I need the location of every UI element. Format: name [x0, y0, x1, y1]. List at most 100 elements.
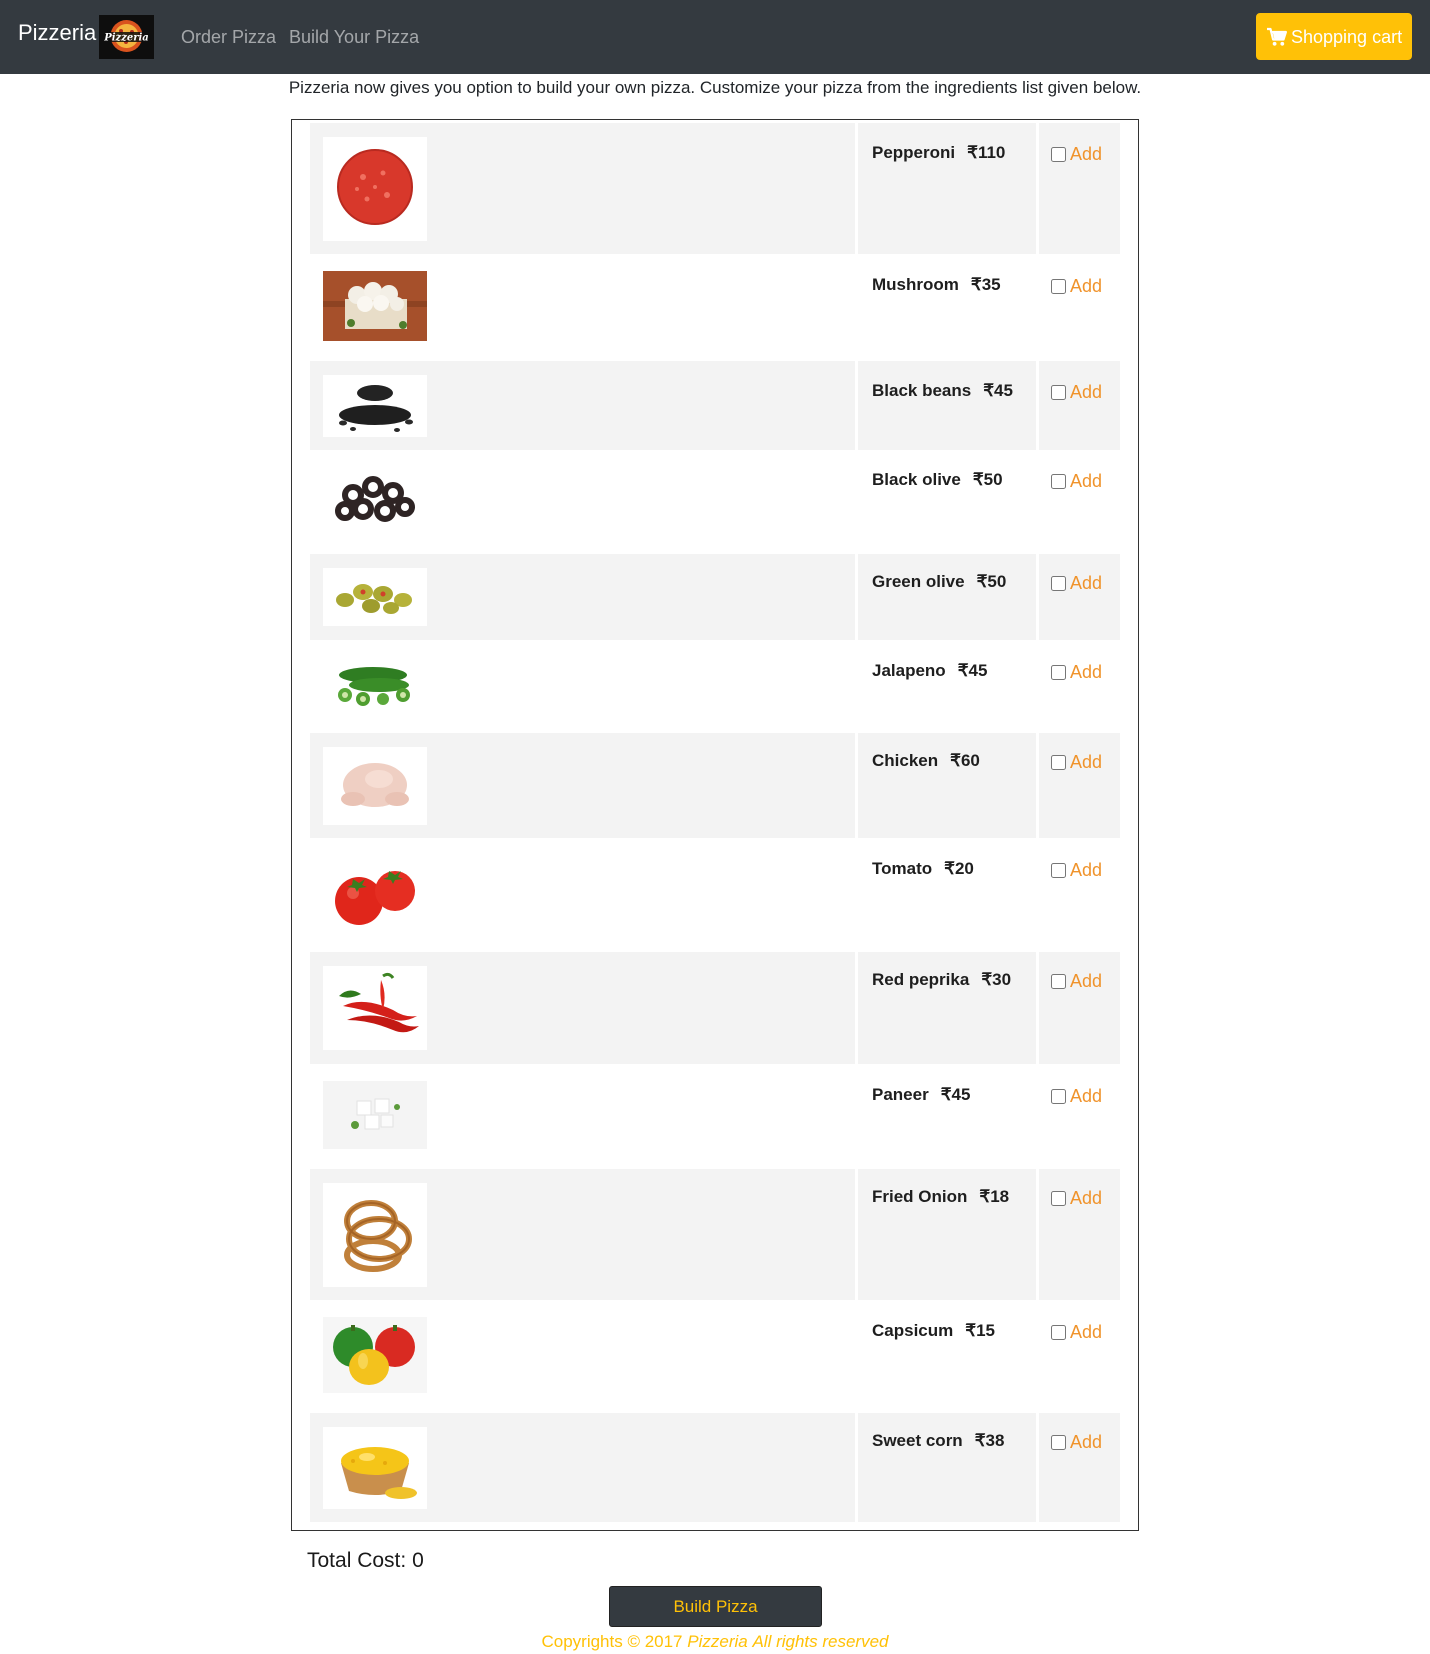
- add-sweet-corn[interactable]: Add: [1051, 1432, 1102, 1453]
- add-mushroom[interactable]: Add: [1051, 276, 1102, 297]
- ingredient-name: Green olive: [872, 572, 965, 591]
- ingredient-price: ₹45: [940, 1085, 971, 1104]
- add-checkbox[interactable]: [1051, 665, 1066, 680]
- ingredient-name-cell: Pepperoni ₹110: [858, 123, 1036, 254]
- add-checkbox[interactable]: [1051, 974, 1066, 989]
- ingredient-add-cell: Add: [1039, 733, 1120, 838]
- ingredient-price: ₹110: [967, 143, 1006, 162]
- add-red-paprika[interactable]: Add: [1051, 971, 1102, 992]
- add-checkbox[interactable]: [1051, 1435, 1066, 1450]
- ingredient-row: Tomato ₹20 Add: [310, 841, 1120, 952]
- add-label[interactable]: Add: [1070, 662, 1102, 683]
- ingredient-add-cell: Add: [1039, 952, 1120, 1064]
- ingredient-name-cell: Capsicum ₹15: [858, 1303, 1036, 1410]
- add-checkbox[interactable]: [1051, 279, 1066, 294]
- add-checkbox[interactable]: [1051, 147, 1066, 162]
- add-fried-onion[interactable]: Add: [1051, 1188, 1102, 1209]
- ingredient-price: ₹50: [976, 572, 1007, 591]
- ingredient-name: Red peprika: [872, 970, 970, 989]
- shopping-cart-button[interactable]: Shopping cart: [1256, 13, 1412, 60]
- ingredient-name: Capsicum: [872, 1321, 954, 1340]
- ingredient-add-cell: Add: [1039, 841, 1120, 949]
- copyright-suffix: All rights reserved: [752, 1632, 889, 1651]
- ingredient-price: ₹45: [957, 661, 988, 680]
- svg-text:Pizzeria: Pizzeria: [103, 33, 149, 44]
- capsicum-image: [323, 1317, 427, 1393]
- add-black-olive[interactable]: Add: [1051, 471, 1102, 492]
- black-olive-image: [323, 465, 427, 537]
- add-label[interactable]: Add: [1070, 1086, 1102, 1107]
- ingredient-row: Mushroom ₹35 Add: [310, 257, 1120, 361]
- nav-build-your-pizza[interactable]: Build Your Pizza: [289, 27, 419, 48]
- ingredient-label: Red peprika ₹30: [872, 970, 1011, 990]
- ingredient-row: Pepperoni ₹110 Add: [310, 123, 1120, 257]
- ingredient-row: Jalapeno ₹45 Add: [310, 643, 1120, 733]
- ingredient-image-cell: [310, 841, 855, 949]
- ingredient-name-cell: Chicken ₹60: [858, 733, 1036, 838]
- ingredient-label: Paneer ₹45: [872, 1085, 970, 1105]
- ingredient-image-cell: [310, 1413, 855, 1522]
- ingredient-name-cell: Mushroom ₹35: [858, 257, 1036, 358]
- ingredient-label: Mushroom ₹35: [872, 275, 1001, 295]
- add-checkbox[interactable]: [1051, 755, 1066, 770]
- add-checkbox[interactable]: [1051, 863, 1066, 878]
- ingredient-name: Tomato: [872, 859, 933, 878]
- add-label[interactable]: Add: [1070, 144, 1102, 165]
- ingredient-image-cell: [310, 123, 855, 254]
- add-checkbox[interactable]: [1051, 1325, 1066, 1340]
- add-paneer[interactable]: Add: [1051, 1086, 1102, 1107]
- add-label[interactable]: Add: [1070, 276, 1102, 297]
- ingredient-row: Green olive ₹50 Add: [310, 554, 1120, 643]
- ingredient-name: Mushroom: [872, 275, 959, 294]
- pizzeria-logo[interactable]: Pizzeria: [99, 15, 154, 59]
- add-label[interactable]: Add: [1070, 382, 1102, 403]
- add-label[interactable]: Add: [1070, 471, 1102, 492]
- build-pizza-button[interactable]: Build Pizza: [609, 1586, 822, 1627]
- add-capsicum[interactable]: Add: [1051, 1322, 1102, 1343]
- cart-icon: [1266, 26, 1288, 48]
- ingredient-add-cell: Add: [1039, 554, 1120, 640]
- add-green-olive[interactable]: Add: [1051, 573, 1102, 594]
- add-checkbox[interactable]: [1051, 474, 1066, 489]
- ingredient-name: Sweet corn: [872, 1431, 963, 1450]
- ingredient-image-cell: [310, 453, 855, 551]
- shopping-cart-label: Shopping cart: [1291, 27, 1403, 47]
- add-label[interactable]: Add: [1070, 752, 1102, 773]
- add-jalapeno[interactable]: Add: [1051, 662, 1102, 683]
- ingredient-name-cell: Tomato ₹20: [858, 841, 1036, 949]
- add-tomato[interactable]: Add: [1051, 860, 1102, 881]
- add-checkbox[interactable]: [1051, 1089, 1066, 1104]
- total-cost: Total Cost: 0: [307, 1549, 424, 1573]
- ingredient-label: Capsicum ₹15: [872, 1321, 995, 1341]
- ingredient-price: ₹15: [965, 1321, 995, 1340]
- ingredient-label: Pepperoni ₹110: [872, 143, 1005, 163]
- add-label[interactable]: Add: [1070, 1188, 1102, 1209]
- ingredient-name: Fried Onion: [872, 1187, 968, 1206]
- ingredient-image-cell: [310, 643, 855, 730]
- ingredient-add-cell: Add: [1039, 1067, 1120, 1166]
- add-label[interactable]: Add: [1070, 971, 1102, 992]
- add-black-beans[interactable]: Add: [1051, 382, 1102, 403]
- ingredient-add-cell: Add: [1039, 361, 1120, 450]
- add-checkbox[interactable]: [1051, 1191, 1066, 1206]
- add-label[interactable]: Add: [1070, 573, 1102, 594]
- mushroom-image: [323, 271, 427, 341]
- ingredient-label: Black olive ₹50: [872, 470, 1003, 490]
- brand-name[interactable]: Pizzeria: [18, 20, 96, 46]
- add-label[interactable]: Add: [1070, 860, 1102, 881]
- ingredient-name-cell: Sweet corn ₹38: [858, 1413, 1036, 1522]
- ingredient-label: Sweet corn ₹38: [872, 1431, 1004, 1451]
- add-pepperoni[interactable]: Add: [1051, 144, 1102, 165]
- add-checkbox[interactable]: [1051, 576, 1066, 591]
- add-chicken[interactable]: Add: [1051, 752, 1102, 773]
- fried-onion-image: [323, 1183, 427, 1287]
- ingredient-label: Tomato ₹20: [872, 859, 974, 879]
- ingredient-add-cell: Add: [1039, 257, 1120, 358]
- paneer-image: [323, 1081, 427, 1149]
- add-checkbox[interactable]: [1051, 385, 1066, 400]
- add-label[interactable]: Add: [1070, 1432, 1102, 1453]
- add-label[interactable]: Add: [1070, 1322, 1102, 1343]
- nav-order-pizza[interactable]: Order Pizza: [181, 27, 276, 48]
- ingredient-name: Black olive: [872, 470, 961, 489]
- ingredient-name-cell: Red peprika ₹30: [858, 952, 1036, 1064]
